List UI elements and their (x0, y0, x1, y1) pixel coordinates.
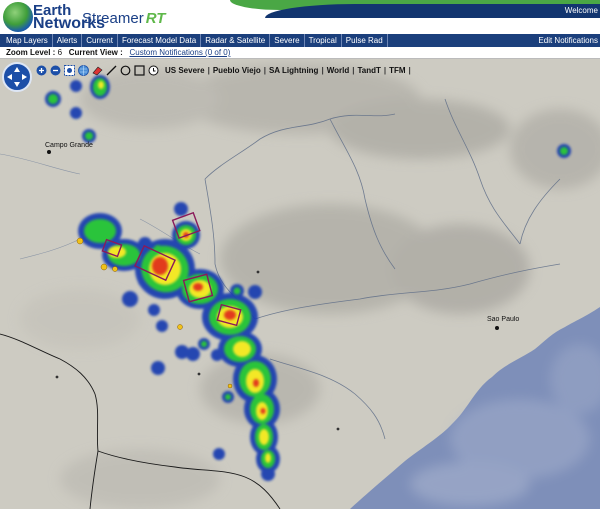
map-toolbar: US Severe | Pueblo Viejo | SA Lightning … (36, 62, 411, 78)
toolbar-separator: | (408, 65, 411, 75)
menu-item-pulse-rad[interactable]: Pulse Rad (342, 34, 388, 47)
zoom-box-icon[interactable] (64, 64, 75, 76)
draw-circle-icon[interactable] (120, 65, 131, 76)
menu-item-tropical[interactable]: Tropical (305, 34, 342, 47)
earth-networks-globe-icon (3, 2, 33, 32)
layer-us-severe[interactable]: US Severe (162, 66, 208, 75)
edit-notifications-link[interactable]: Edit Notifications (538, 34, 598, 47)
menu-item-severe[interactable]: Severe (270, 34, 305, 47)
current-view-label: Current View : (68, 48, 123, 57)
zoom-in-icon[interactable] (36, 65, 47, 76)
city-marker-minor (336, 427, 340, 431)
app-header: Earth Networks Streamer RT Welcome (0, 0, 600, 34)
product-suffix: RT (145, 10, 166, 27)
layer-tandt[interactable]: TandT (354, 66, 383, 75)
product-name: Streamer RT (82, 10, 165, 27)
map-viewport[interactable]: US Severe | Pueblo Viejo | SA Lightning … (0, 59, 600, 509)
city-marker-campo-grande (47, 150, 51, 154)
city-marker-minor (55, 375, 59, 379)
main-menu-bar: Map Layers Alerts Current Forecast Model Da… (0, 34, 600, 47)
menu-item-alerts[interactable]: Alerts (53, 34, 83, 47)
menu-item-forecast-model-data[interactable]: Forecast Model Data (118, 34, 202, 47)
layer-world[interactable]: World (324, 66, 353, 75)
status-bar: Zoom Level : 6 Current View : Custom Not… (0, 47, 600, 59)
eraser-icon[interactable] (92, 65, 103, 76)
welcome-text: Welcome (564, 6, 598, 15)
draw-rectangle-icon[interactable] (134, 64, 145, 76)
layer-pueblo-viejo[interactable]: Pueblo Viejo (210, 66, 264, 75)
zoom-out-icon[interactable] (50, 65, 61, 76)
custom-notifications-link[interactable]: Custom Notifications (0 of 0) (129, 48, 230, 57)
header-swoosh-blue (265, 4, 600, 18)
map-canvas (0, 59, 600, 509)
product-label: Streamer (82, 10, 144, 27)
zoom-level-label: Zoom Level : (6, 48, 56, 57)
pan-arrows-icon (7, 67, 27, 87)
draw-line-icon[interactable] (106, 65, 117, 76)
layer-sa-lightning[interactable]: SA Lightning (266, 66, 321, 75)
city-marker-sao-paulo (495, 326, 499, 330)
zoom-level-value: 6 (57, 48, 63, 57)
menu-item-map-layers[interactable]: Map Layers (0, 34, 53, 47)
city-label-sao-paulo: Sao Paulo (487, 316, 520, 323)
city-marker-minor (197, 372, 201, 376)
menu-item-current[interactable]: Current (82, 34, 118, 47)
city-marker-minor (256, 270, 260, 274)
globe-icon[interactable] (78, 64, 89, 76)
menu-item-radar-satellite[interactable]: Radar & Satellite (201, 34, 271, 47)
history-clock-icon[interactable] (148, 65, 159, 76)
pan-compass-control[interactable] (2, 62, 32, 92)
layer-tfm[interactable]: TFM (386, 66, 408, 75)
city-label-campo-grande: Campo Grande (45, 142, 93, 149)
